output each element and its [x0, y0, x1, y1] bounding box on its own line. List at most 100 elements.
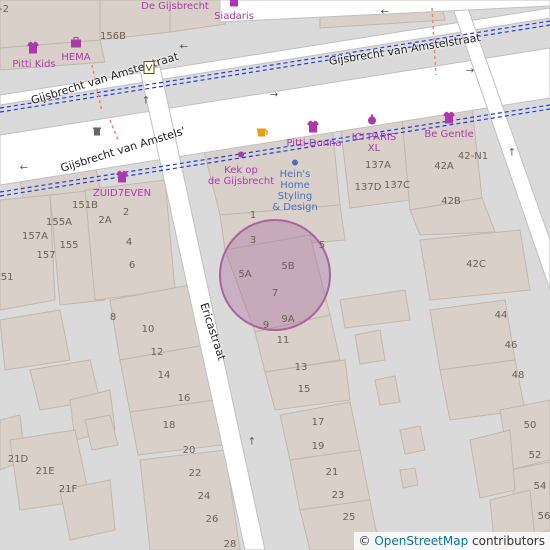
house-number: 1	[249, 210, 257, 221]
house-number: 21	[325, 467, 339, 478]
oneway-arrow-icon: ↑	[507, 147, 517, 159]
house-number: 42A	[434, 161, 454, 172]
house-number: 137C	[383, 180, 411, 191]
house-number: 23	[331, 490, 345, 501]
clothes-icon-gentle[interactable]	[442, 109, 456, 128]
house-number: 6	[128, 260, 136, 271]
house-number: 50	[523, 420, 537, 431]
waste-basket-icon[interactable]	[92, 122, 102, 141]
house-number: 54	[533, 481, 547, 492]
house-number: 156B	[100, 31, 126, 42]
poi-pitti-kids[interactable]: Pitti Kids	[12, 59, 55, 70]
clothes-icon-zuid[interactable]	[115, 168, 129, 187]
house-number: 14	[157, 370, 171, 381]
poi-hein[interactable]: Hein's Home Styling & Design	[272, 169, 318, 213]
clothes-icon[interactable]	[26, 39, 40, 58]
house-number: 10	[141, 324, 155, 335]
house-number: 18	[162, 420, 176, 431]
house-number: 19	[311, 441, 325, 452]
osm-link[interactable]: OpenStreetMap	[374, 534, 468, 548]
house-number: 7	[271, 288, 279, 299]
poi-hein-line4: & Design	[272, 202, 318, 213]
oneway-arrow-icon: →	[269, 89, 279, 101]
poi-hema-label: HEMA	[61, 52, 91, 63]
perfume-icon[interactable]	[366, 111, 378, 130]
house-number: 21E	[35, 466, 55, 477]
map-canvas[interactable]: Gijsbrecht van Amstelstraat Gijsbrecht v…	[0, 0, 550, 550]
house-number: 56	[537, 511, 550, 522]
copyright-symbol: ©	[358, 534, 371, 548]
poi-siadaris[interactable]: Siadaris	[214, 11, 254, 22]
house-number: 15	[297, 384, 311, 395]
poi-dot-icon-blue[interactable]	[291, 152, 299, 171]
poi-ici-line1: ICI PARIS	[351, 132, 397, 143]
poi-kek-line2: de Gijsbrecht	[207, 176, 275, 187]
oneway-arrow-icon: ←	[19, 162, 29, 174]
clothes-icon-donna[interactable]	[306, 118, 320, 137]
house-number: 155A	[46, 217, 72, 228]
house-number: 44	[494, 310, 508, 321]
house-number: 42-N1	[457, 151, 489, 162]
attribution-suffix: contributors	[472, 534, 545, 548]
poi-kek-line1: Kek op	[224, 165, 258, 176]
poi-zuid7even-label: ZUID7EVEN	[92, 188, 152, 199]
house-number: 5A	[238, 269, 252, 280]
house-number: 24	[197, 491, 211, 502]
house-number: 8	[109, 312, 117, 323]
shop-bag-icon[interactable]	[228, 0, 240, 12]
poi-gijsbrecht[interactable]: De Gijsbrecht	[141, 1, 209, 12]
oneway-arrow-icon: →	[465, 65, 475, 77]
house-number: 21D	[7, 454, 29, 465]
oneway-arrow-icon: ←	[179, 41, 189, 53]
house-number: 11	[276, 335, 290, 346]
poi-dot-icon[interactable]	[237, 144, 245, 163]
poi-siadaris-label: Siadaris	[214, 11, 254, 22]
poi-ici-line2: XL	[367, 143, 381, 154]
poi-be-gentle[interactable]: Be Gentle	[424, 129, 473, 140]
house-number: 2A	[98, 215, 112, 226]
poi-ici-paris[interactable]: ICI PARIS XL	[352, 132, 397, 154]
selected-address-circle	[219, 219, 331, 331]
house-number: -2	[0, 4, 9, 15]
poi-pitti-donna[interactable]: Pitti Donna	[286, 138, 341, 149]
house-number: 20	[182, 445, 196, 456]
poi-hein-line2: Home	[280, 180, 310, 191]
house-number: 157	[36, 250, 56, 261]
cafe-icon[interactable]	[256, 124, 270, 143]
oneway-arrow-icon: ←	[380, 6, 390, 18]
house-number: 155	[59, 240, 79, 251]
map-attribution: © OpenStreetMap contributors	[353, 532, 550, 550]
poi-hein-line1: Hein's	[279, 169, 311, 180]
house-number: 26	[205, 514, 219, 525]
house-number: 25	[342, 512, 356, 523]
poi-kek[interactable]: Kek op de Gijsbrecht	[208, 165, 274, 187]
house-number: 13	[294, 362, 308, 373]
oneway-arrow-icon: ↑	[247, 436, 257, 448]
house-number: 5	[318, 240, 326, 251]
poi-hema[interactable]: HEMA	[61, 52, 90, 63]
house-number: 46	[504, 340, 518, 351]
info-board-icon[interactable]	[143, 60, 155, 79]
house-number: 17	[311, 417, 325, 428]
house-number: 48	[511, 370, 525, 381]
house-number: 42B	[441, 196, 461, 207]
house-number: 2	[122, 207, 130, 218]
house-number: 21F	[58, 484, 78, 495]
department-store-icon[interactable]	[70, 34, 82, 53]
house-number: 137A	[365, 160, 391, 171]
house-number: 42C	[466, 259, 486, 270]
poi-zuid7even[interactable]: ZUID7EVEN	[93, 188, 151, 199]
poi-gijsbrecht-label: De Gijsbrecht	[141, 1, 209, 12]
house-number: 5B	[281, 261, 295, 272]
house-number: 157A	[22, 231, 48, 242]
house-number: 9	[262, 320, 270, 331]
poi-pitti-kids-label: Pitti Kids	[12, 59, 56, 70]
poi-be-gentle-label: Be Gentle	[424, 129, 474, 140]
poi-pitti-donna-label: Pitti Donna	[286, 138, 342, 149]
house-number: 3	[249, 235, 257, 246]
house-number: 22	[188, 468, 202, 479]
house-number: 28	[223, 539, 237, 550]
house-number: 52	[528, 450, 542, 461]
house-number: 137D	[354, 182, 382, 193]
oneway-arrow-icon: ↑	[141, 95, 151, 107]
